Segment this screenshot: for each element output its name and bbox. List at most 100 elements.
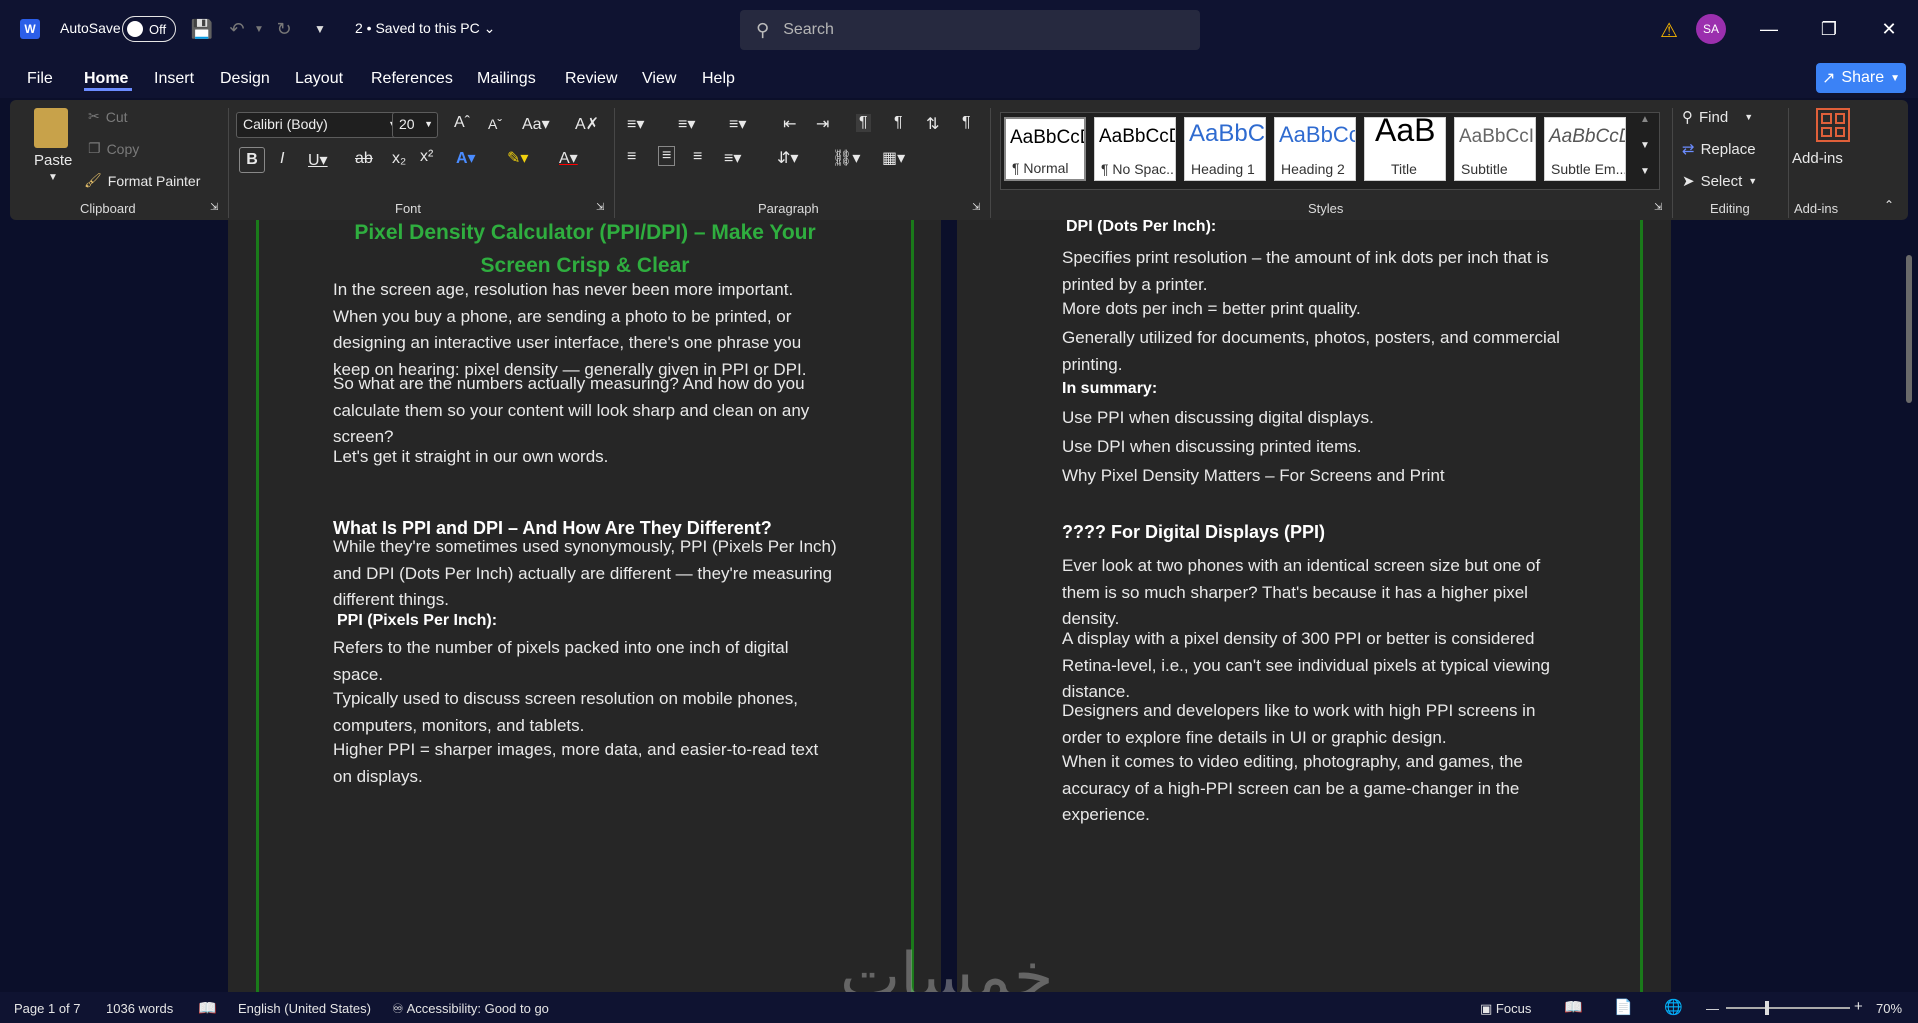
paragraph[interactable]: Use PPI when discussing digital displays…: [1062, 405, 1374, 432]
paragraph-launcher-icon[interactable]: ⇲: [972, 202, 980, 213]
share-button[interactable]: ↗ Share ▼: [1816, 63, 1906, 93]
cut-button[interactable]: ✂ Cut: [88, 108, 128, 125]
close-icon[interactable]: ✕: [1866, 12, 1912, 46]
italic-icon[interactable]: I: [280, 150, 284, 168]
shading-icon[interactable]: ⛓▾: [832, 148, 860, 168]
clipboard-launcher-icon[interactable]: ⇲: [210, 202, 218, 213]
menu-view[interactable]: View: [642, 70, 676, 88]
paragraph[interactable]: Typically used to discuss screen resolut…: [333, 686, 798, 739]
autosave-toggle[interactable]: Off: [122, 16, 176, 42]
document-title[interactable]: 2 • Saved to this PC ⌄: [355, 20, 495, 37]
font-family-select[interactable]: Calibri (Body)▼: [236, 112, 402, 138]
proofing-icon[interactable]: 📖: [198, 999, 217, 1017]
paragraph[interactable]: Specifies print resolution – the amount …: [1062, 245, 1549, 298]
align-right-icon[interactable]: ≡: [693, 148, 702, 166]
grow-font-icon[interactable]: Aˆ: [454, 114, 470, 132]
warning-icon[interactable]: ⚠: [1660, 18, 1678, 43]
subheading[interactable]: DPI (Dots Per Inch):: [1066, 220, 1216, 236]
menu-design[interactable]: Design: [220, 70, 270, 88]
focus-button[interactable]: ▣ Focus: [1480, 1001, 1531, 1017]
styles-launcher-icon[interactable]: ⇲: [1654, 202, 1662, 213]
zoom-out-icon[interactable]: —: [1706, 1001, 1719, 1016]
section-heading[interactable]: ???? For Digital Displays (PPI): [1062, 522, 1325, 543]
find-button[interactable]: ⚲ Find ▼: [1682, 108, 1753, 127]
styles-scroll-down-icon[interactable]: ▼: [1640, 140, 1650, 151]
align-left-icon[interactable]: ≡: [627, 148, 636, 166]
font-launcher-icon[interactable]: ⇲: [596, 202, 604, 213]
read-mode-icon[interactable]: 📖: [1564, 998, 1583, 1016]
redo-icon[interactable]: ↻: [272, 17, 296, 41]
menu-references[interactable]: References: [371, 70, 453, 88]
paragraph[interactable]: So what are the numbers actually measuri…: [333, 371, 809, 451]
paragraph[interactable]: Let's get it straight in our own words.: [333, 444, 608, 471]
zoom-level[interactable]: 70%: [1876, 1001, 1902, 1016]
bold-icon[interactable]: B: [239, 147, 265, 173]
print-layout-icon[interactable]: 📄: [1614, 998, 1633, 1016]
word-count[interactable]: 1036 words: [106, 1001, 173, 1016]
ltr-direction-icon[interactable]: ¶: [856, 114, 871, 132]
format-painter-button[interactable]: 🖌 Format Painter: [84, 172, 200, 189]
style-subtle-emphasis[interactable]: AaBbCcDiSubtle Em...: [1544, 117, 1626, 181]
superscript-icon[interactable]: x²: [420, 148, 433, 166]
paragraph[interactable]: Why Pixel Density Matters – For Screens …: [1062, 463, 1445, 490]
restore-icon[interactable]: ❐: [1806, 12, 1852, 46]
undo-icon[interactable]: ↶: [225, 17, 249, 41]
page-count[interactable]: Page 1 of 7: [14, 1001, 81, 1016]
copy-button[interactable]: ❐ Copy: [88, 140, 139, 157]
zoom-in-icon[interactable]: +: [1854, 998, 1863, 1015]
menu-insert[interactable]: Insert: [154, 70, 194, 88]
numbering-icon[interactable]: ≡▾: [678, 114, 695, 134]
paste-dropdown-icon[interactable]: ▼: [48, 172, 58, 183]
increase-indent-icon[interactable]: ⇥: [816, 114, 829, 134]
replace-button[interactable]: ⇄ Replace: [1682, 140, 1756, 159]
align-center-icon[interactable]: ≡: [658, 146, 676, 166]
vertical-scrollbar[interactable]: [1906, 255, 1912, 403]
document-title-heading[interactable]: Pixel Density Calculator (PPI/DPI) – Mak…: [300, 220, 870, 282]
add-ins-button[interactable]: Add-ins: [1792, 150, 1843, 167]
shrink-font-icon[interactable]: Aˇ: [488, 116, 502, 132]
zoom-slider[interactable]: [1726, 1007, 1850, 1009]
paragraph[interactable]: Higher PPI = sharper images, more data, …: [333, 737, 818, 790]
zoom-slider-thumb[interactable]: [1765, 1001, 1770, 1015]
style-heading-2[interactable]: AaBbCc Heading 2: [1274, 117, 1356, 181]
bullets-icon[interactable]: ≡▾: [627, 114, 644, 134]
menu-home[interactable]: Home: [84, 70, 128, 88]
underline-icon[interactable]: U▾: [308, 150, 328, 170]
menu-file[interactable]: File: [27, 70, 53, 88]
search-box[interactable]: ⚲ Search: [740, 10, 1200, 50]
paragraph[interactable]: Designers and developers like to work wi…: [1062, 698, 1535, 751]
add-ins-icon[interactable]: [1816, 108, 1850, 142]
sort-icon[interactable]: ⇅: [926, 114, 939, 134]
justify-icon[interactable]: ≡▾: [724, 148, 741, 168]
undo-dropdown-icon[interactable]: ▼: [247, 17, 271, 41]
menu-mailings[interactable]: Mailings: [477, 70, 536, 88]
style-no-spacing[interactable]: AaBbCcD ¶ No Spac...: [1094, 117, 1176, 181]
styles-scroll-up-icon[interactable]: ▲: [1640, 114, 1650, 125]
language[interactable]: English (United States): [238, 1001, 371, 1016]
rtl-direction-icon[interactable]: ¶: [894, 114, 903, 132]
collapse-ribbon-icon[interactable]: ⌃: [1884, 198, 1894, 212]
accessibility-status[interactable]: ♾ Accessibility: Good to go: [392, 1001, 549, 1017]
styles-more-icon[interactable]: ▼: [1640, 166, 1650, 177]
paste-icon[interactable]: [34, 108, 68, 148]
text-effects-icon[interactable]: A▾: [456, 148, 476, 168]
subheading[interactable]: In summary:: [1062, 380, 1157, 398]
borders-icon[interactable]: ▦▾: [882, 148, 905, 168]
strikethrough-icon[interactable]: ab: [355, 150, 373, 168]
style-normal[interactable]: AaBbCcD ¶ Normal: [1004, 117, 1086, 181]
paragraph[interactable]: While they're sometimes used synonymousl…: [333, 534, 837, 614]
style-title[interactable]: AaB Title: [1364, 117, 1446, 181]
web-layout-icon[interactable]: 🌐: [1664, 998, 1683, 1016]
save-icon[interactable]: 💾: [190, 17, 214, 41]
change-case-icon[interactable]: Aa▾: [522, 114, 550, 134]
style-heading-1[interactable]: AaBbC Heading 1: [1184, 117, 1266, 181]
paragraph[interactable]: A display with a pixel density of 300 PP…: [1062, 626, 1550, 706]
paragraph[interactable]: More dots per inch = better print qualit…: [1062, 296, 1361, 323]
paragraph[interactable]: Generally utilized for documents, photos…: [1062, 325, 1560, 378]
paste-button[interactable]: Paste: [34, 152, 72, 169]
decrease-indent-icon[interactable]: ⇤: [783, 114, 796, 134]
menu-review[interactable]: Review: [565, 70, 617, 88]
multilevel-list-icon[interactable]: ≡▾: [729, 114, 746, 134]
customize-quick-access-icon[interactable]: ▼: [308, 17, 332, 41]
style-subtitle[interactable]: AaBbCcI Subtitle: [1454, 117, 1536, 181]
